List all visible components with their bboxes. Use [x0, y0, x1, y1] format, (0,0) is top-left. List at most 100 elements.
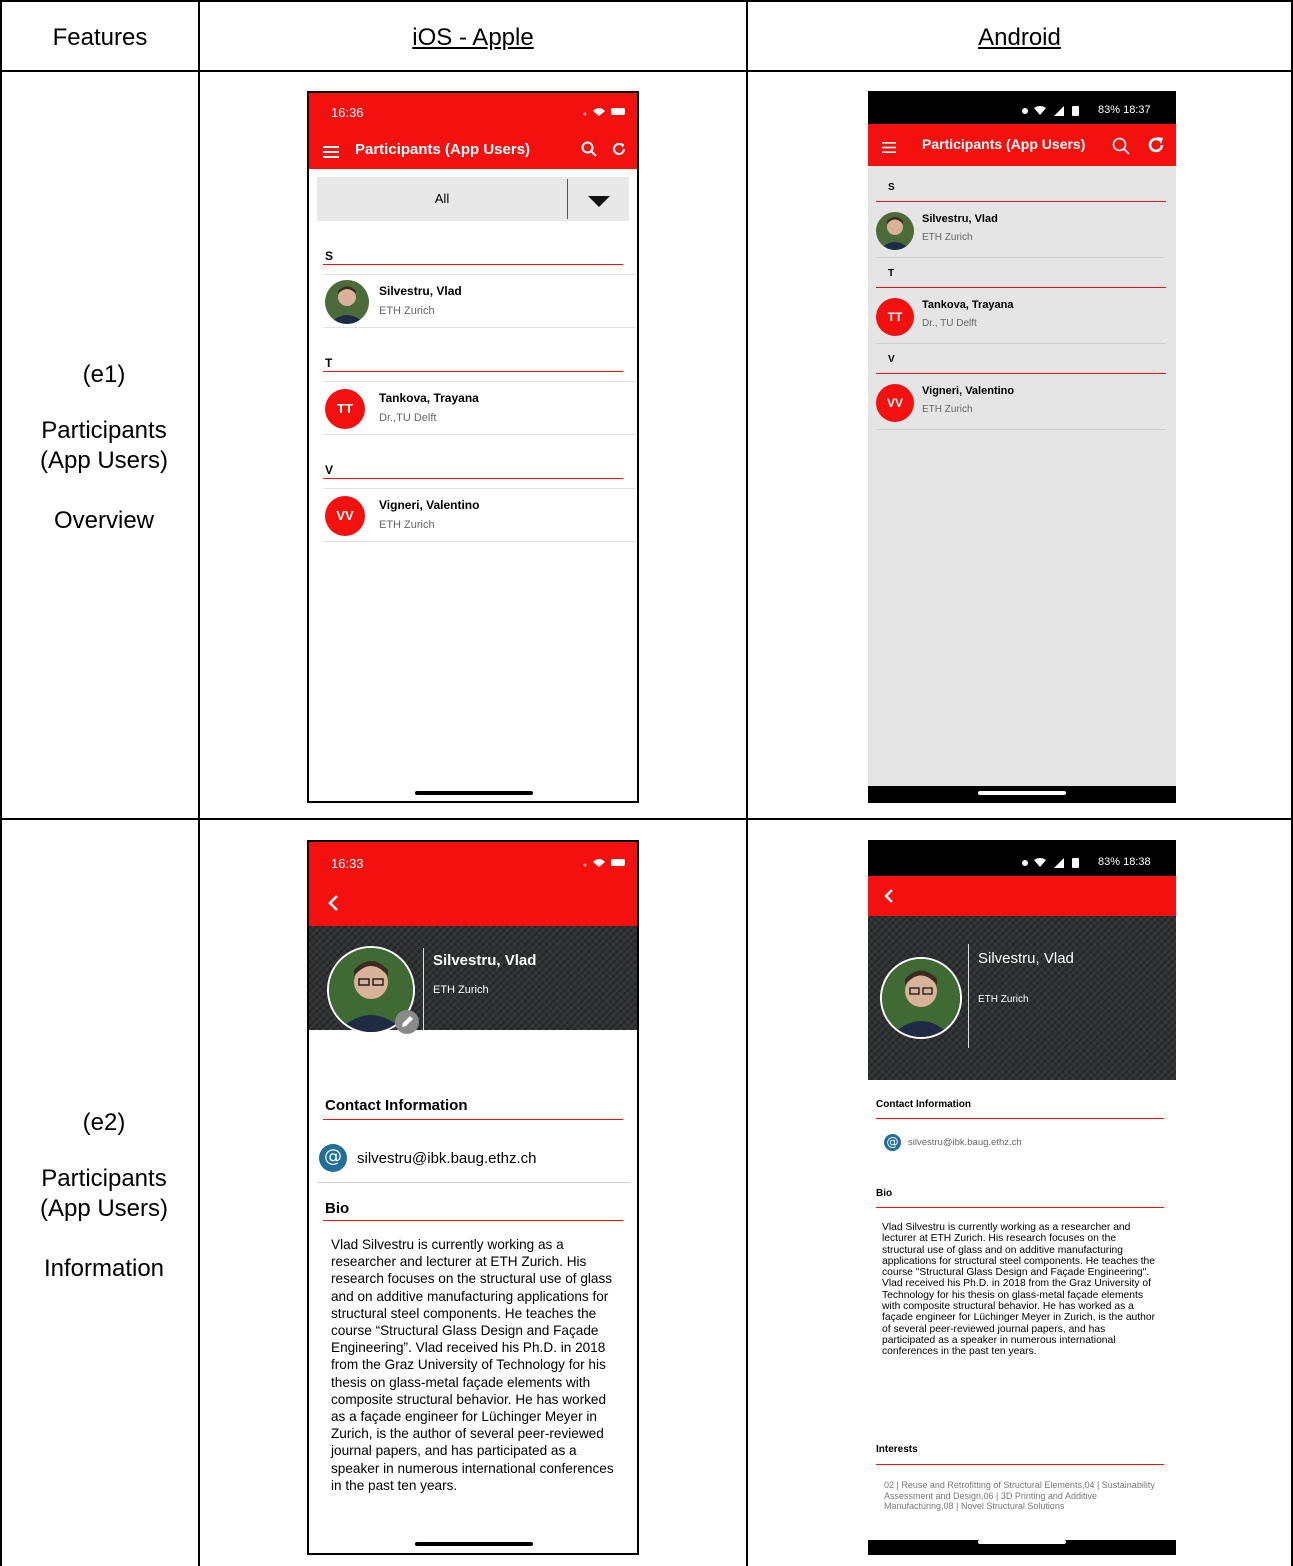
email-at-icon: @: [884, 1134, 901, 1151]
list-item-name[interactable]: Vigneri, Valentino: [379, 498, 479, 512]
row-divider: [323, 541, 637, 542]
list-item-affiliation: Dr.,TU Delft: [379, 412, 437, 424]
status-text: 83% 18:38: [1098, 856, 1151, 868]
feature-e2-line3: Information: [43, 1255, 165, 1282]
row-divider: [876, 429, 1166, 430]
filter-select[interactable]: All: [317, 177, 629, 221]
profile-name: Silvestru, Vlad: [433, 952, 537, 969]
list-item-affiliation: ETH Zurich: [379, 305, 435, 317]
status-icons: [1020, 856, 1088, 874]
email-link[interactable]: silvestru@ibk.baug.ethz.ch: [908, 1137, 1022, 1148]
section-letter-s: S: [325, 249, 334, 263]
row-divider: [323, 274, 637, 275]
section-divider: [876, 1118, 1164, 1119]
table-border-row: [0, 818, 1293, 820]
section-divider: [323, 1119, 623, 1120]
search-icon[interactable]: [1112, 137, 1130, 160]
section-divider: [876, 287, 1166, 288]
section-divider: [323, 264, 623, 265]
feature-e2-line1: Participants: [41, 1165, 167, 1192]
row-divider: [323, 434, 637, 435]
avatar-initials: TT: [325, 389, 365, 429]
feature-e1-line2: (App Users): [39, 447, 169, 474]
table-border-header: [0, 70, 1293, 72]
filter-divider: [567, 179, 568, 219]
header-ios: iOS - Apple: [412, 24, 534, 51]
status-text: 83% 18:37: [1098, 104, 1151, 116]
avatar-initials: TT: [876, 298, 914, 336]
status-icons: [1020, 104, 1088, 122]
list-item-affiliation: ETH Zurich: [379, 519, 435, 531]
avatar-initials: VV: [325, 496, 365, 536]
refresh-icon[interactable]: [611, 141, 627, 162]
section-divider: [876, 1464, 1164, 1465]
section-letter-s: S: [888, 182, 895, 193]
row-divider: [323, 488, 637, 489]
page-title: Participants (App Users): [922, 136, 1086, 152]
bio-heading: Bio: [325, 1200, 350, 1217]
feature-e1: (e1) Participants (App Users) Overview: [0, 360, 208, 536]
section-divider: [323, 478, 623, 479]
table-border-left: [0, 0, 2, 1566]
ios-detail-screen: 16:33 Silvestru, Vlad ETH Zurich Contact…: [307, 840, 639, 1555]
list-item-name[interactable]: Tankova, Trayana: [379, 391, 479, 405]
feature-e2: (e2) Participants (App Users) Informatio…: [0, 1108, 208, 1284]
table-border-top: [0, 0, 1293, 2]
list-item-affiliation: Dr., TU Delft: [922, 318, 977, 329]
android-detail-topbar: [868, 876, 1176, 916]
section-letter-t: T: [325, 356, 333, 370]
hamburger-menu-icon[interactable]: [882, 140, 896, 158]
list-item-name[interactable]: Silvestru, Vlad: [922, 213, 998, 225]
feature-e2-line2: (App Users): [39, 1195, 169, 1222]
home-indicator[interactable]: [978, 1540, 1066, 1544]
hero-divider: [968, 944, 969, 1048]
row-divider: [876, 257, 1166, 258]
avatar-initials: VV: [876, 384, 914, 422]
interests-text: 02 | Reuse and Retrofitting of Structura…: [884, 1480, 1155, 1511]
edit-pencil-icon[interactable]: [395, 1010, 419, 1034]
section-divider: [876, 373, 1166, 374]
refresh-icon[interactable]: [1146, 135, 1166, 160]
contact-heading: Contact Information: [876, 1099, 971, 1110]
bio-text: Vlad Silvestru is currently working as a…: [882, 1222, 1156, 1358]
feature-e1-line3: Overview: [53, 507, 155, 534]
wifi-icon: [579, 104, 627, 122]
section-divider: [323, 1220, 623, 1221]
row-divider: [323, 381, 637, 382]
wifi-icon: [579, 855, 627, 873]
list-item-name[interactable]: Silvestru, Vlad: [379, 284, 462, 298]
header-android: Android: [978, 24, 1061, 51]
email-link[interactable]: silvestru@ibk.baug.ethz.ch: [357, 1150, 536, 1167]
table-border-col2: [746, 0, 748, 1566]
feature-e1-line1: Participants: [41, 417, 167, 444]
table-border-col1: [198, 0, 200, 1566]
home-indicator[interactable]: [415, 791, 533, 795]
section-divider: [876, 1207, 1164, 1208]
filter-value: All: [434, 191, 450, 206]
chevron-down-icon[interactable]: [588, 194, 610, 212]
list-item-name[interactable]: Tankova, Trayana: [922, 299, 1014, 311]
interests-heading: Interests: [876, 1444, 918, 1455]
hamburger-menu-icon[interactable]: [323, 145, 339, 163]
profile-photo: [880, 957, 962, 1039]
header-features: Features: [52, 24, 148, 51]
contact-heading: Contact Information: [325, 1097, 468, 1114]
android-overview-screen: 83% 18:37 Participants (App Users) S Sil…: [868, 91, 1176, 803]
home-indicator[interactable]: [415, 1542, 533, 1546]
profile-affiliation: ETH Zurich: [978, 994, 1029, 1005]
list-item-affiliation: ETH Zurich: [922, 404, 973, 415]
row-divider: [317, 1182, 631, 1183]
section-letter-v: V: [888, 354, 895, 365]
page-title: Participants (App Users): [355, 141, 531, 158]
list-item-name[interactable]: Vigneri, Valentino: [922, 385, 1014, 397]
section-divider: [876, 201, 1166, 202]
profile-affiliation: ETH Zurich: [433, 984, 489, 996]
home-indicator[interactable]: [978, 791, 1066, 795]
search-icon[interactable]: [581, 141, 597, 162]
back-icon[interactable]: [884, 888, 894, 909]
back-icon[interactable]: [327, 894, 339, 917]
section-divider: [323, 371, 623, 372]
avatar: [325, 280, 369, 324]
row-divider: [876, 343, 1166, 344]
profile-name: Silvestru, Vlad: [978, 950, 1074, 967]
